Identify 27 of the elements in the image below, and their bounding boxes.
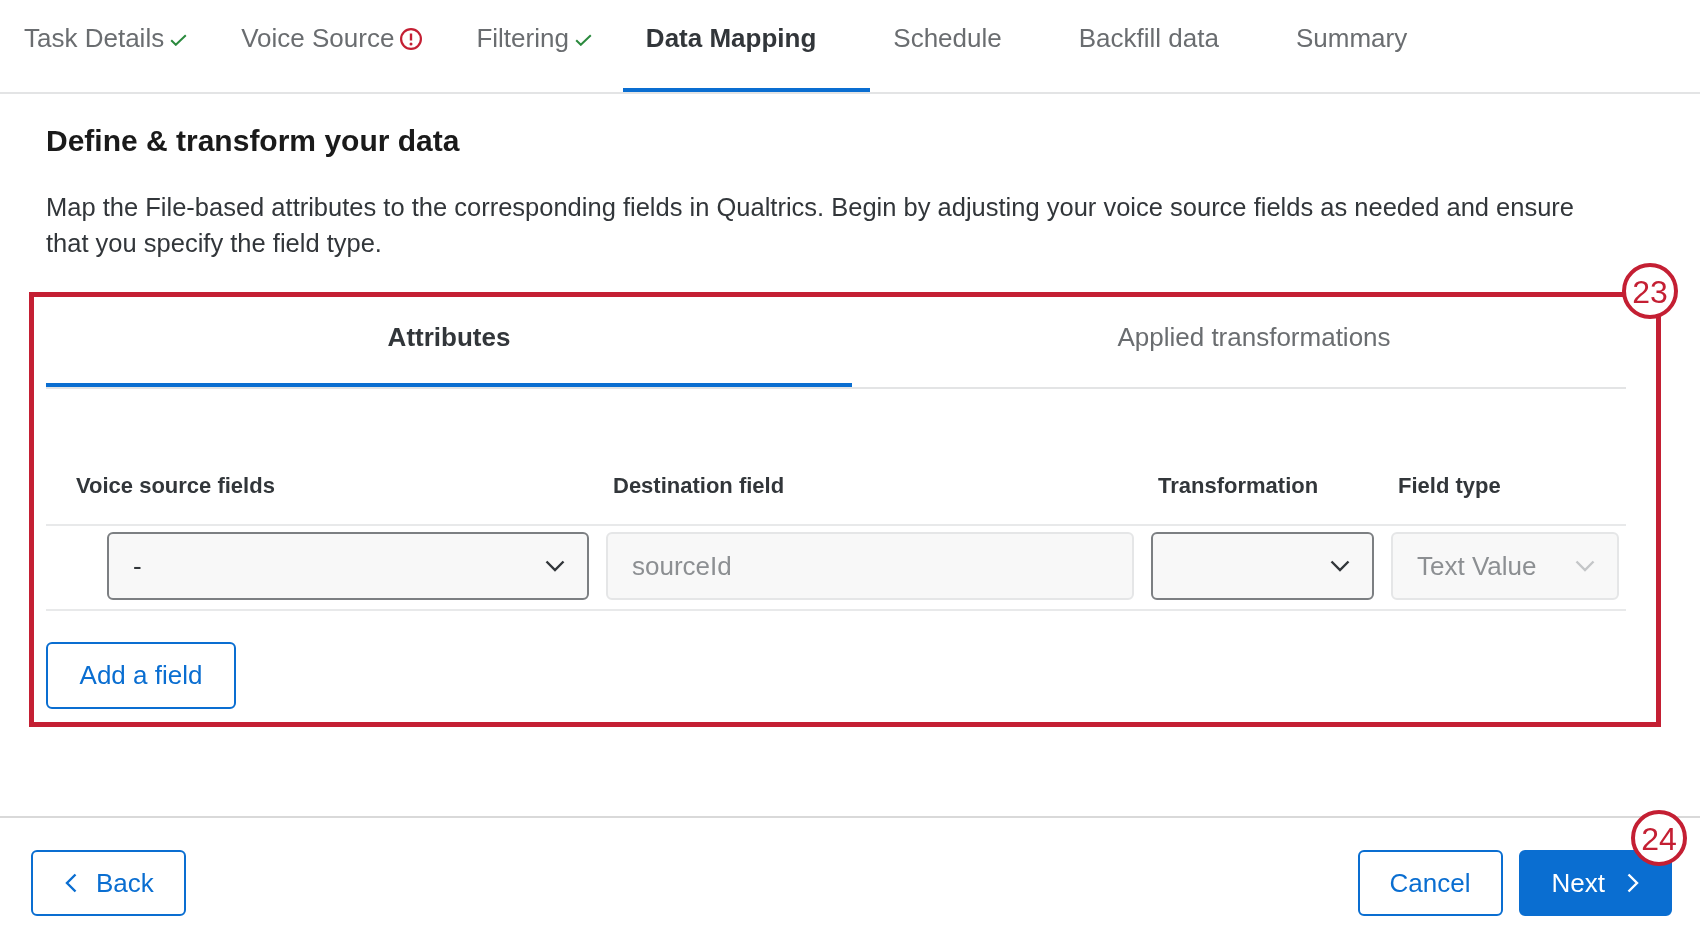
back-button[interactable]: Back <box>31 850 186 916</box>
cancel-button[interactable]: Cancel <box>1357 850 1503 916</box>
panel-tab[interactable]: Attributes <box>46 297 852 387</box>
wizard-tab[interactable]: Schedule <box>870 0 1056 92</box>
chevron-right-icon <box>1627 873 1639 893</box>
chevron-down-icon <box>1330 560 1350 572</box>
callout-number: 23 <box>1622 263 1678 319</box>
dropdown[interactable] <box>1151 532 1374 600</box>
column-header: Field type <box>1398 474 1501 498</box>
callout-number: 24 <box>1631 810 1687 866</box>
chevron-left-icon <box>65 873 77 893</box>
wizard-tab[interactable]: Task Details <box>1 0 219 92</box>
column-header: Destination field <box>613 474 785 498</box>
wizard-tab[interactable]: Filtering <box>453 0 623 92</box>
page-description: Map the File-based attributes to the corresponding fields in Qualtrics. Begin by adjusting your voice source fields as needed and ensure that you specify the field type. <box>46 192 1576 259</box>
column-header: Voice source fields <box>76 474 275 498</box>
wizard-tab[interactable]: Backfill data <box>1055 0 1273 92</box>
wizard-tab[interactable]: Data Mapping <box>622 0 871 92</box>
add-field-button[interactable]: Add a field <box>46 642 236 709</box>
next-button[interactable]: Next <box>1518 850 1672 916</box>
dropdown[interactable]: - <box>107 532 589 600</box>
wizard-tab[interactable]: Summary <box>1272 0 1462 92</box>
chevron-down-icon <box>545 560 565 572</box>
chevron-down-icon <box>1575 560 1595 572</box>
page-title: Define & transform your data <box>46 124 460 158</box>
wizard-tab[interactable]: Voice Source <box>218 0 454 92</box>
column-header: Transformation <box>1158 474 1319 498</box>
